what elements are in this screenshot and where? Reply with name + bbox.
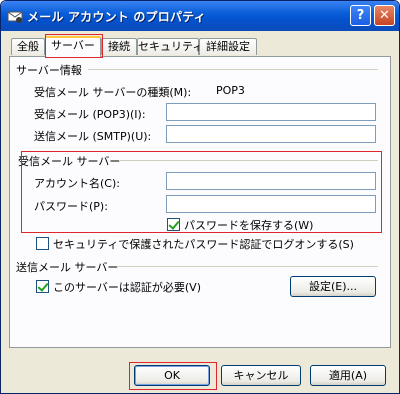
tab-general[interactable]: 全般 [11, 38, 45, 55]
incoming-server-input[interactable] [166, 103, 376, 121]
properties-dialog: メール アカウント のプロパティ ? ✕ 全般 サーバー 接続 セキュリティ 詳… [0, 0, 400, 394]
spa-checkbox[interactable] [36, 237, 49, 250]
settings-button[interactable]: 設定(E)... [290, 276, 376, 297]
save-password-checkbox[interactable] [167, 218, 180, 231]
title-bar[interactable]: メール アカウント のプロパティ ? ✕ [1, 1, 399, 31]
ok-button[interactable]: OK [134, 365, 210, 386]
divider [88, 69, 378, 70]
server-type-label: 受信メール サーバーの種類(M): [34, 86, 192, 99]
password-input[interactable] [166, 195, 376, 213]
window-title: メール アカウント のプロパティ [27, 10, 206, 24]
spa-label[interactable]: セキュリティで保護されたパスワード認証でログオンする(S) [53, 236, 354, 252]
server-type-value: POP3 [216, 84, 245, 97]
tab-connection[interactable]: 接続 [101, 38, 137, 55]
outgoing-server-group-label: 送信メール サーバー [16, 261, 119, 274]
outgoing-server-input[interactable] [166, 125, 376, 143]
servers-panel: サーバー情報 受信メール サーバーの種類(M): POP3 受信メール (POP… [9, 56, 391, 348]
tab-advanced[interactable]: 詳細設定 [199, 38, 257, 55]
help-button[interactable]: ? [350, 5, 371, 26]
account-name-input[interactable] [166, 172, 376, 190]
tab-servers[interactable]: サーバー [45, 36, 101, 57]
tab-security[interactable]: セキュリティ [137, 38, 203, 55]
apply-button[interactable]: 適用(A) [310, 365, 386, 386]
mail-account-icon [7, 11, 23, 23]
account-name-label: アカウント名(C): [34, 177, 120, 190]
outgoing-server-label: 送信メール (SMTP)(U): [34, 130, 152, 143]
divider [120, 160, 378, 161]
divider [118, 266, 378, 267]
incoming-server-label: 受信メール (POP3)(I): [34, 108, 146, 121]
close-button[interactable]: ✕ [374, 5, 395, 26]
password-label: パスワード(P): [34, 200, 108, 213]
auth-required-checkbox[interactable] [36, 280, 49, 293]
incoming-server-group-label: 受信メール サーバー [18, 155, 121, 168]
save-password-label[interactable]: パスワードを保存する(W) [184, 217, 313, 233]
auth-required-label[interactable]: このサーバーは認証が必要(V) [53, 279, 201, 295]
server-info-group-label: サーバー情報 [16, 64, 82, 77]
cancel-button[interactable]: キャンセル [221, 365, 301, 386]
